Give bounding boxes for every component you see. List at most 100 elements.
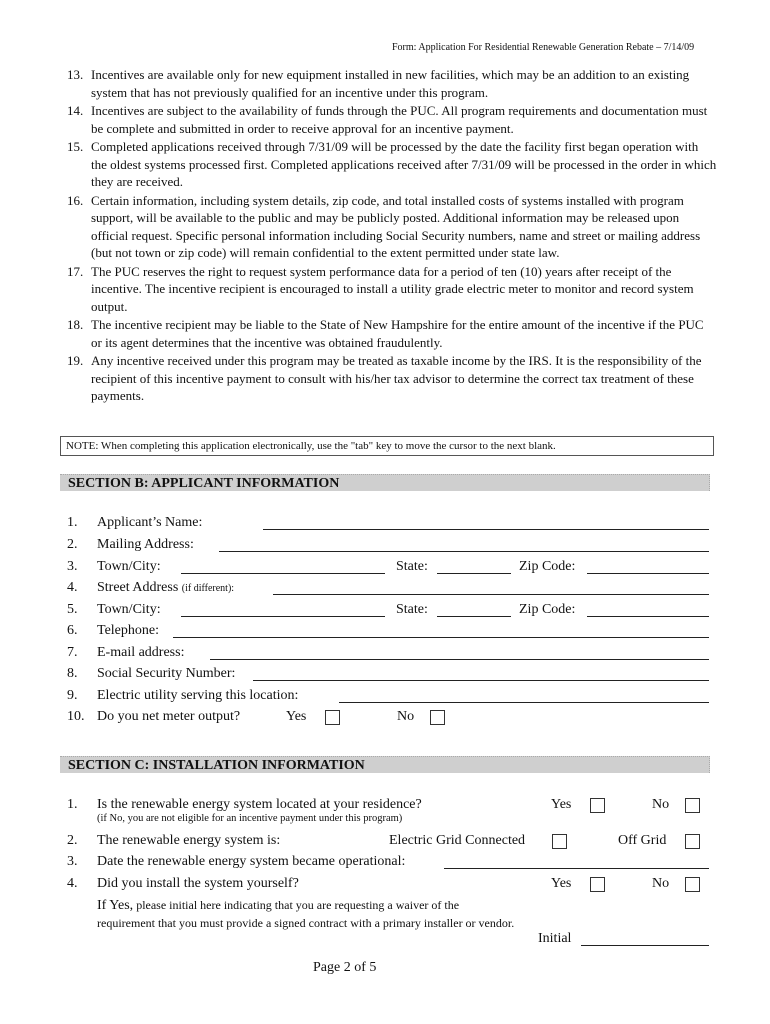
email-row: 7. E-mail address:: [67, 643, 710, 663]
field-number: 5.: [67, 602, 78, 617]
operational-date-field[interactable]: [444, 852, 709, 869]
grid-connected-label: Electric Grid Connected: [389, 833, 526, 848]
term-number: 19.: [67, 353, 84, 368]
system-type-label: The renewable energy system is:: [97, 833, 281, 848]
term-text: Any incentive received under this progra…: [91, 353, 702, 403]
field-number: 9.: [67, 688, 78, 703]
self-install-no-checkbox[interactable]: [685, 877, 700, 892]
utility-label: Electric utility serving this location:: [97, 688, 299, 703]
residence-no-checkbox[interactable]: [685, 798, 700, 813]
utility-row: 9. Electric utility serving this locatio…: [67, 686, 710, 706]
street-address-label-hint: (if different):: [181, 583, 235, 594]
applicant-name-field[interactable]: [263, 513, 709, 530]
term-number: 15.: [67, 139, 84, 154]
mailing-address-label: Mailing Address:: [97, 537, 194, 552]
residence-yes-checkbox[interactable]: [590, 798, 605, 813]
zip-code-field[interactable]: [587, 557, 709, 574]
field-number: 10.: [67, 709, 85, 724]
town-city-label: Town/City:: [97, 602, 161, 617]
off-grid-checkbox[interactable]: [685, 834, 700, 849]
state-label: State:: [396, 559, 428, 574]
town-city-field[interactable]: [181, 557, 385, 574]
term-number: 18.: [67, 317, 84, 332]
term-item: 16. Certain information, including system…: [67, 192, 717, 262]
state-field[interactable]: [437, 557, 511, 574]
term-text: The PUC reserves the right to request sy…: [91, 263, 694, 314]
net-meter-yes-checkbox[interactable]: [325, 710, 340, 725]
utility-field[interactable]: [339, 686, 709, 703]
residence-eligibility-note: (if No, you are not eligible for an ince…: [97, 813, 403, 824]
term-item: 19. Any incentive received under this pro…: [67, 352, 717, 405]
term-text: The incentive recipient may be liable to…: [91, 317, 704, 350]
residence-yes-label: Yes: [551, 797, 572, 812]
field-number: 4.: [67, 876, 78, 891]
field-number: 2.: [67, 537, 78, 552]
self-install-yes-label: Yes: [551, 876, 572, 891]
residence-question-label: Is the renewable energy system located a…: [97, 797, 422, 812]
initial-field[interactable]: [581, 929, 709, 946]
field-number: 6.: [67, 623, 78, 638]
street-address-field[interactable]: [273, 578, 709, 595]
mailing-address-row: 2. Mailing Address:: [67, 535, 710, 555]
term-item: 14. Incentives are subject to the availab…: [67, 102, 717, 137]
term-text: Incentives are available only for new eq…: [91, 67, 690, 100]
street-address-label: Street Address (if different):: [97, 578, 234, 599]
term-number: 16.: [67, 192, 84, 208]
form-header-title: Form: Application For Residential Renewa…: [392, 42, 695, 53]
term-item: 15. Completed applications received throu…: [67, 138, 717, 191]
residence-no-label: No: [652, 797, 670, 812]
ssn-field[interactable]: [253, 664, 709, 681]
ssn-row: 8. Social Security Number:: [67, 664, 710, 684]
field-number: 2.: [67, 833, 78, 848]
grid-connected-checkbox[interactable]: [552, 834, 567, 849]
zip-code-field[interactable]: [587, 600, 709, 617]
town-city-field[interactable]: [181, 600, 385, 617]
field-number: 3.: [67, 854, 78, 869]
state-field[interactable]: [437, 600, 511, 617]
field-number: 7.: [67, 645, 78, 660]
field-number: 4.: [67, 580, 78, 595]
street-address-label-text: Street Address: [97, 580, 179, 595]
section-b-header: SECTION B: APPLICANT INFORMATION: [60, 474, 710, 491]
zip-code-label: Zip Code:: [519, 602, 576, 617]
system-type-row: 2. The renewable energy system is: Elect…: [67, 831, 710, 851]
waiver-lead: If Yes,: [97, 898, 134, 913]
self-install-no-label: No: [652, 876, 670, 891]
email-field[interactable]: [210, 643, 709, 660]
mailing-address-field[interactable]: [219, 535, 709, 552]
zip-code-label: Zip Code:: [519, 559, 576, 574]
applicant-name-row: 1. Applicant’s Name:: [67, 513, 710, 533]
term-text: Incentives are subject to the availabili…: [91, 103, 708, 136]
initial-row: Initial: [67, 929, 710, 949]
term-text: Certain information, including system de…: [91, 192, 701, 261]
terms-list: 13. Incentives are available only for new…: [67, 66, 717, 406]
town-city-row-2: 5. Town/City: State: Zip Code:: [67, 600, 710, 620]
term-item: 13. Incentives are available only for new…: [67, 66, 717, 101]
net-meter-label: Do you net meter output?: [97, 709, 241, 724]
ssn-label: Social Security Number:: [97, 666, 236, 681]
net-meter-no-label: No: [397, 709, 415, 724]
term-number: 17.: [67, 263, 84, 279]
email-label: E-mail address:: [97, 645, 185, 660]
initial-label: Initial: [538, 931, 572, 946]
street-address-row: 4. Street Address (if different):: [67, 578, 710, 598]
waiver-text: If Yes, please initial here indicating t…: [97, 896, 517, 932]
self-install-label: Did you install the system yourself?: [97, 876, 299, 891]
term-number: 14.: [67, 103, 84, 118]
page-number: Page 2 of 5: [313, 960, 377, 975]
section-c-header: SECTION C: INSTALLATION INFORMATION: [60, 756, 710, 773]
off-grid-label: Off Grid: [618, 833, 667, 848]
self-install-yes-checkbox[interactable]: [590, 877, 605, 892]
telephone-row: 6. Telephone:: [67, 621, 710, 641]
town-city-row-1: 3. Town/City: State: Zip Code:: [67, 557, 710, 577]
net-meter-yes-label: Yes: [286, 709, 307, 724]
telephone-field[interactable]: [173, 621, 709, 638]
waiver-body: please initial here indicating that you …: [97, 898, 515, 930]
operational-date-row: 3. Date the renewable energy system beca…: [67, 852, 710, 872]
field-number: 1.: [67, 515, 78, 530]
telephone-label: Telephone:: [97, 623, 159, 638]
term-text: Completed applications received through …: [91, 139, 717, 189]
field-number: 3.: [67, 559, 78, 574]
town-city-label: Town/City:: [97, 559, 161, 574]
net-meter-no-checkbox[interactable]: [430, 710, 445, 725]
